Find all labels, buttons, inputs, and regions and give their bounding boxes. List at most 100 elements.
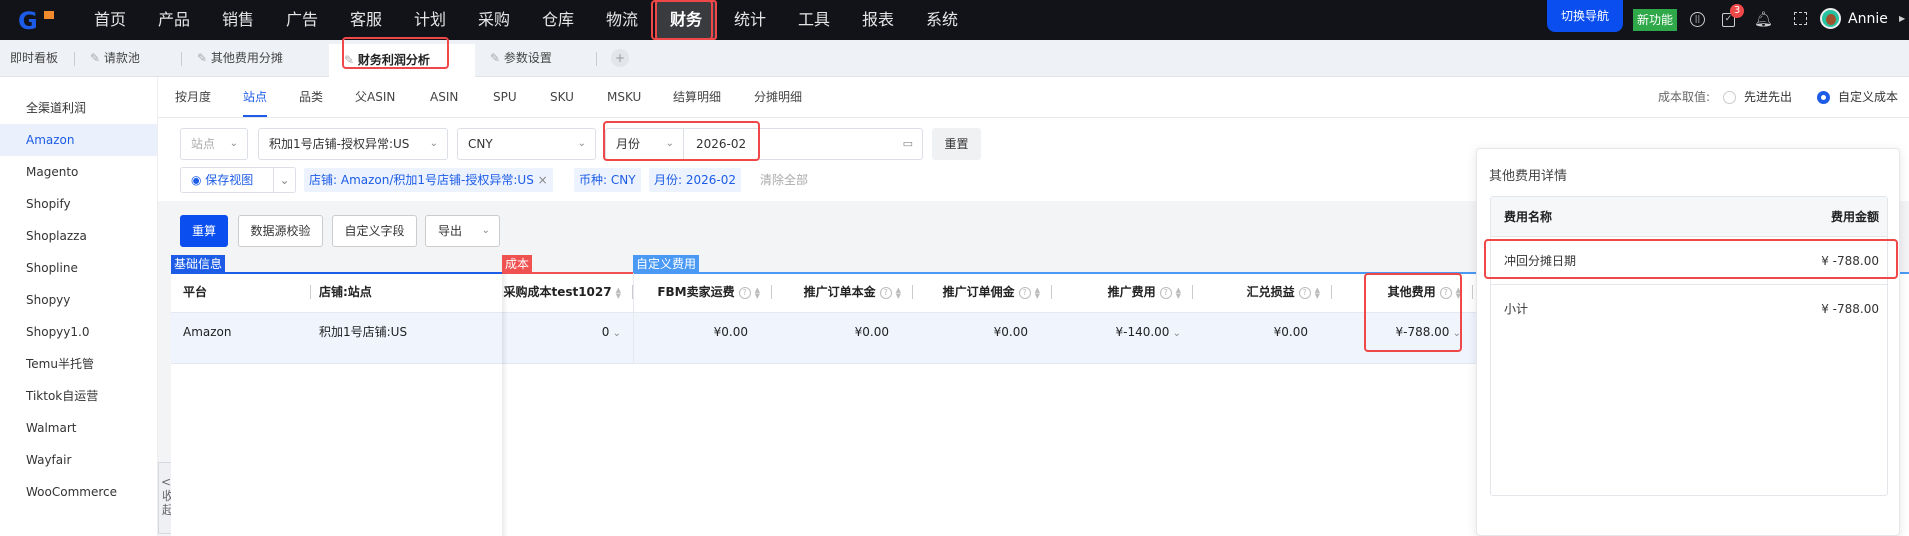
nav-item[interactable]: 仓库 bbox=[527, 0, 589, 40]
subtotal-label: 小计 bbox=[1504, 302, 1529, 316]
sidebar-item[interactable]: WooCommerce bbox=[0, 476, 157, 508]
subtab[interactable]: ASIN bbox=[430, 77, 458, 117]
chevron-down-icon[interactable]: ⌄ bbox=[609, 328, 621, 339]
tab-parameter-settings[interactable]: ✎ 参数设置 bbox=[490, 40, 552, 77]
filter-chip-currency[interactable]: 币种: CNY bbox=[574, 168, 641, 192]
fullscreen-icon[interactable] bbox=[1794, 12, 1807, 25]
shortcut-icon[interactable]: || bbox=[1690, 12, 1705, 27]
tab-other-cost-allocation[interactable]: ✎ 其他费用分摊 bbox=[197, 40, 283, 77]
avatar[interactable] bbox=[1820, 8, 1841, 29]
column-header[interactable]: 推广订单本金? ▲ ▼ bbox=[772, 273, 913, 312]
clear-all-link[interactable]: 清除全部 bbox=[760, 168, 808, 192]
cell-value: Amazon bbox=[183, 325, 232, 339]
radio-custom-cost[interactable] bbox=[1817, 91, 1830, 104]
help-icon[interactable]: ? bbox=[1159, 286, 1172, 299]
currency-select[interactable]: CNY ⌄ bbox=[457, 128, 596, 160]
site-select[interactable]: 站点 ⌄ bbox=[180, 128, 248, 160]
save-view-button[interactable]: ◉ 保存视图 ⌄ bbox=[180, 167, 296, 193]
subtab[interactable]: 父ASIN bbox=[355, 77, 395, 117]
reset-button[interactable]: 重置 bbox=[932, 128, 981, 160]
subtab[interactable]: 分摊明细 bbox=[754, 77, 802, 117]
sidebar-item[interactable]: Tiktok自运营 bbox=[0, 380, 157, 412]
nav-item[interactable]: 统计 bbox=[719, 0, 781, 40]
help-icon[interactable]: ? bbox=[879, 286, 892, 299]
sidebar-item[interactable]: Wayfair bbox=[0, 444, 157, 476]
caret-right-icon[interactable]: ▶ bbox=[1899, 14, 1905, 23]
help-icon[interactable]: ? bbox=[738, 286, 751, 299]
pin-icon[interactable]: ✎ bbox=[197, 51, 211, 65]
tab-payment-pool[interactable]: ✎ 请款池 bbox=[90, 40, 140, 77]
subtab[interactable]: MSKU bbox=[607, 77, 641, 117]
table-cell: 0 ⌄ bbox=[470, 312, 633, 364]
calendar-icon[interactable]: ▭ bbox=[903, 129, 913, 159]
sidebar-item[interactable]: Amazon bbox=[0, 124, 157, 156]
subtab[interactable]: SKU bbox=[550, 77, 574, 117]
nav-item[interactable]: 首页 bbox=[79, 0, 141, 40]
sort-icon[interactable]: ▲ ▼ bbox=[1035, 286, 1040, 299]
custom-fields-button[interactable]: 自定义字段 bbox=[332, 215, 417, 247]
sidebar-item[interactable]: Walmart bbox=[0, 412, 157, 444]
nav-item[interactable]: 计划 bbox=[399, 0, 461, 40]
export-button[interactable]: 导出 ⌄ bbox=[425, 215, 500, 247]
sort-icon[interactable]: ▲ ▼ bbox=[616, 286, 621, 299]
filter-chip-month[interactable]: 月份: 2026-02 bbox=[649, 168, 741, 192]
sort-icon[interactable]: ▲ ▼ bbox=[755, 286, 760, 299]
subtab[interactable]: 站点 bbox=[243, 77, 268, 117]
tab-label: 其他费用分摊 bbox=[210, 51, 283, 65]
store-select[interactable]: 积加1号店铺-授权异常:US ⌄ bbox=[258, 128, 448, 160]
sidebar-item[interactable]: Shopyy bbox=[0, 284, 157, 316]
sort-icon[interactable]: ▲ ▼ bbox=[1176, 286, 1181, 299]
column-header[interactable]: 采购成本test1027 ▲ ▼ bbox=[470, 273, 633, 312]
logo[interactable]: G bbox=[18, 7, 62, 35]
nav-item[interactable]: 工具 bbox=[783, 0, 845, 40]
validate-source-button[interactable]: 数据源校验 bbox=[238, 215, 323, 247]
close-icon[interactable]: × bbox=[538, 173, 548, 187]
pin-icon[interactable]: ✎ bbox=[490, 51, 504, 65]
add-tab-button[interactable]: + bbox=[611, 49, 629, 67]
column-divider[interactable] bbox=[1472, 285, 1473, 299]
sidebar-item[interactable]: Shopline bbox=[0, 252, 157, 284]
sidebar-item[interactable]: Temu半托管 bbox=[0, 348, 157, 380]
help-icon[interactable]: ? bbox=[1298, 286, 1311, 299]
sort-icon[interactable]: ▲ ▼ bbox=[1315, 286, 1320, 299]
sidebar-item[interactable]: Shopify bbox=[0, 188, 157, 220]
nav-item[interactable]: 采购 bbox=[463, 0, 525, 40]
chevron-down-icon[interactable]: ⌄ bbox=[273, 168, 295, 192]
radio-fifo[interactable] bbox=[1723, 91, 1736, 104]
bell-icon[interactable]: 🔔︎ bbox=[1754, 10, 1773, 28]
filter-chip-store[interactable]: 店铺: Amazon/积加1号店铺-授权异常:US × bbox=[304, 168, 553, 192]
column-header[interactable]: FBM卖家运费? ▲ ▼ bbox=[633, 273, 772, 312]
column-header[interactable]: 平台 bbox=[171, 273, 310, 312]
sidebar-item[interactable]: Shoplazza bbox=[0, 220, 157, 252]
sort-icon[interactable]: ▲ ▼ bbox=[896, 286, 901, 299]
help-icon[interactable]: ? bbox=[1018, 286, 1031, 299]
chevron-down-icon: ⌄ bbox=[429, 138, 438, 149]
nav-item[interactable]: 物流 bbox=[591, 0, 653, 40]
column-divider[interactable] bbox=[310, 285, 311, 299]
sidebar-item[interactable]: 全渠道利润 bbox=[0, 92, 157, 124]
nav-item[interactable]: 客服 bbox=[335, 0, 397, 40]
tab-dashboard[interactable]: 即时看板 bbox=[10, 40, 58, 77]
nav-item[interactable]: 广告 bbox=[271, 0, 333, 40]
nav-item[interactable]: 销售 bbox=[207, 0, 269, 40]
pin-icon[interactable]: ✎ bbox=[90, 51, 104, 65]
sidebar-item[interactable]: Shopyy1.0 bbox=[0, 316, 157, 348]
subtab[interactable]: 品类 bbox=[299, 77, 323, 117]
user-name[interactable]: Annie bbox=[1848, 0, 1888, 38]
column-header[interactable]: 推广费用? ▲ ▼ bbox=[1052, 273, 1193, 312]
radio-custom-cost-label[interactable]: 自定义成本 bbox=[1838, 77, 1898, 117]
radio-fifo-label[interactable]: 先进先出 bbox=[1744, 77, 1792, 117]
subtab[interactable]: 按月度 bbox=[175, 77, 211, 117]
nav-item[interactable]: 产品 bbox=[143, 0, 205, 40]
nav-item[interactable]: 系统 bbox=[911, 0, 973, 40]
switch-nav-button[interactable]: 切换导航 bbox=[1547, 0, 1623, 32]
sidebar-item[interactable]: Magento bbox=[0, 156, 157, 188]
new-feature-badge[interactable]: 新功能 bbox=[1633, 9, 1677, 31]
subtab[interactable]: SPU bbox=[493, 77, 517, 117]
subtab[interactable]: 结算明细 bbox=[673, 77, 721, 117]
chevron-down-icon[interactable]: ⌄ bbox=[1169, 328, 1181, 339]
column-header[interactable]: 汇兑损益? ▲ ▼ bbox=[1193, 273, 1332, 312]
recalculate-button[interactable]: 重算 bbox=[180, 215, 228, 247]
column-header[interactable]: 推广订单佣金? ▲ ▼ bbox=[913, 273, 1052, 312]
nav-item[interactable]: 报表 bbox=[847, 0, 909, 40]
